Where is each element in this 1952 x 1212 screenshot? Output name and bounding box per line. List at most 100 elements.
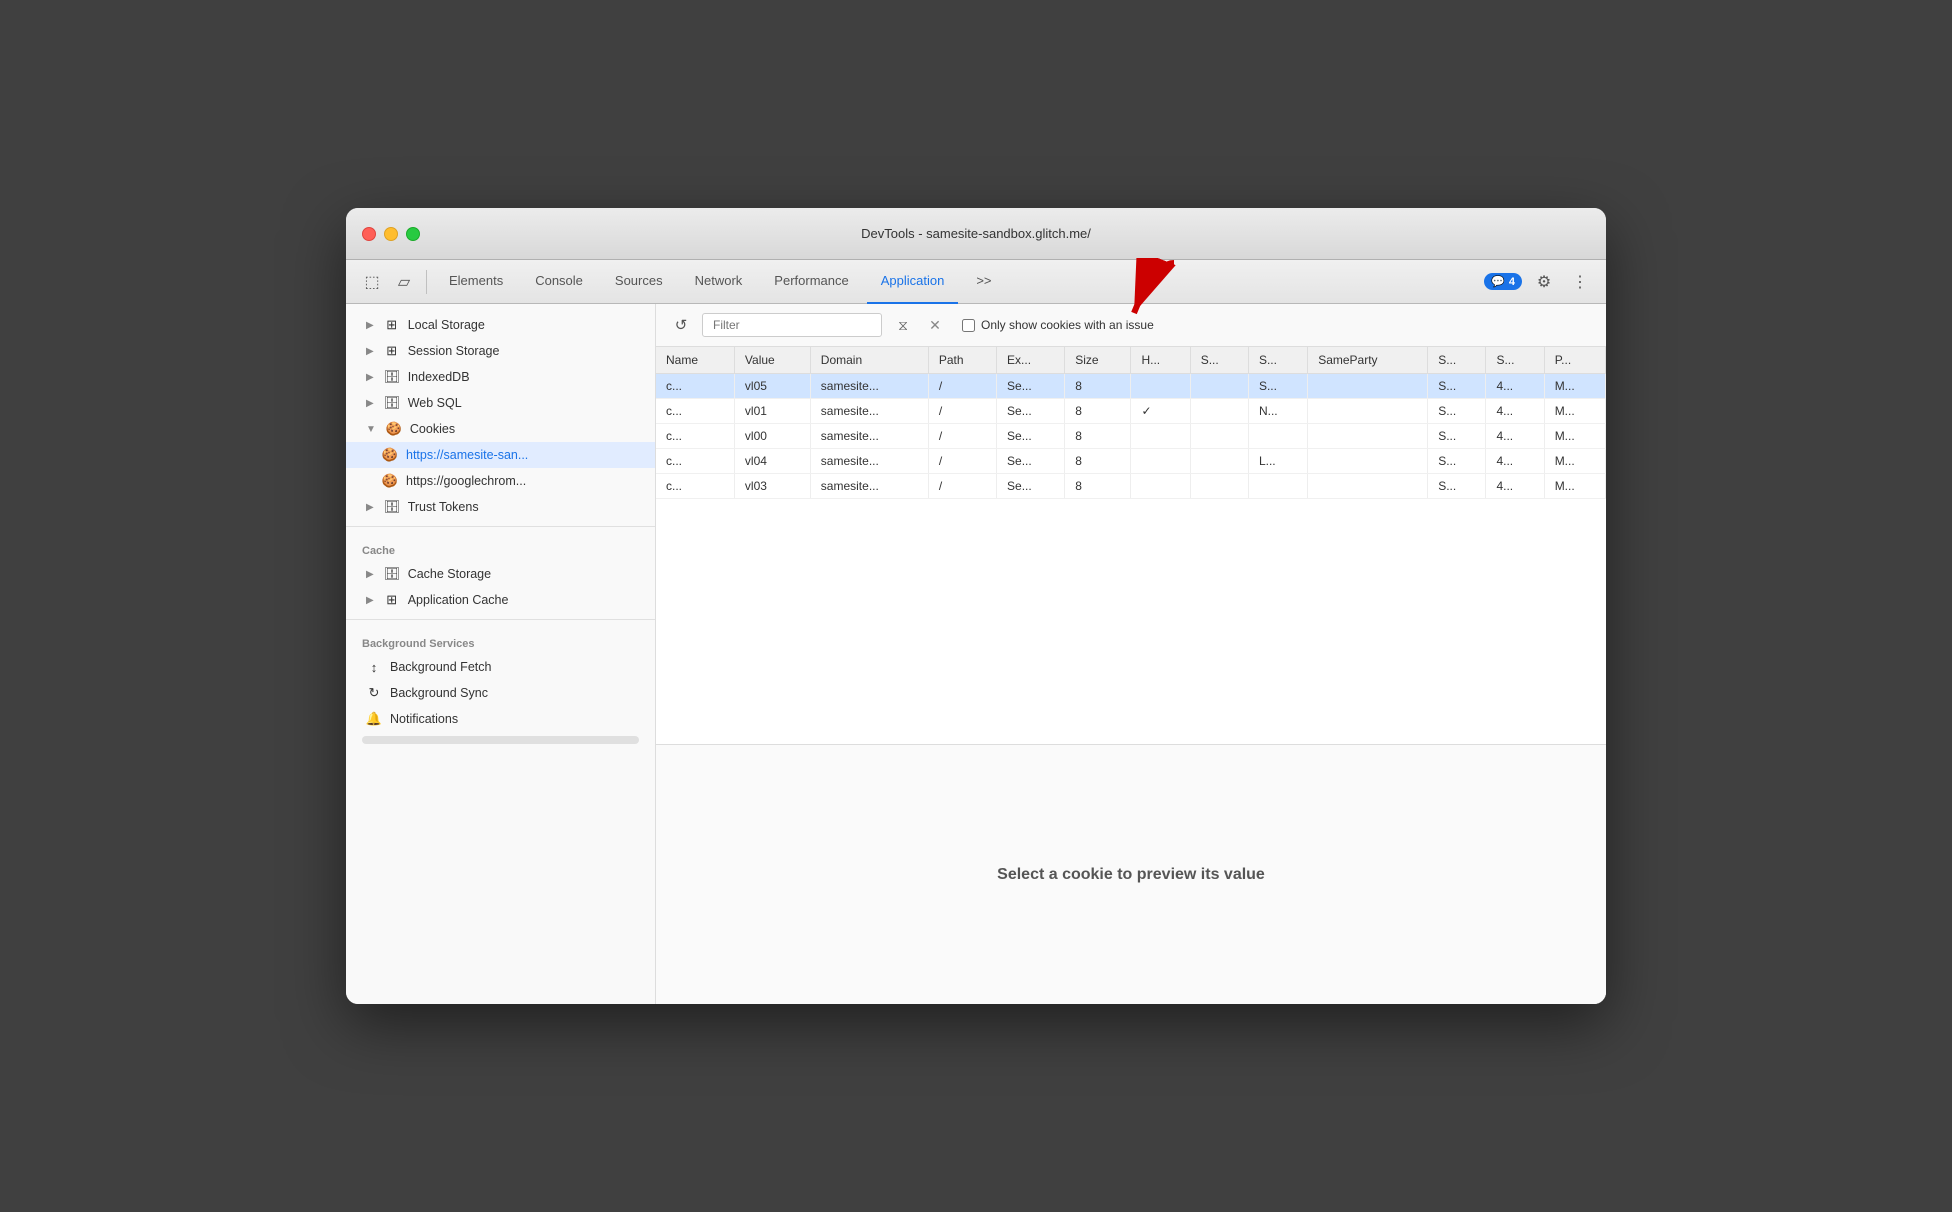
- table-cell: ✓: [1131, 399, 1190, 424]
- table-cell: 4...: [1486, 399, 1544, 424]
- sidebar: ▶ ⊞ Local Storage ▶ ⊞ Session Storage ▶ …: [346, 304, 656, 1004]
- arrows-icon: ↕: [366, 659, 382, 675]
- sidebar-item-web-sql[interactable]: ▶ 🗄 Web SQL: [346, 390, 655, 416]
- sidebar-item-notifications[interactable]: 🔔 Notifications: [346, 706, 655, 732]
- sidebar-item-indexeddb[interactable]: ▶ 🗄 IndexedDB: [346, 364, 655, 390]
- devtools-window: DevTools - samesite-sandbox.glitch.me/ ⬚…: [346, 208, 1606, 1004]
- col-s2[interactable]: S...: [1486, 347, 1544, 374]
- table-body: c...vl05samesite.../Se...8S...S...4...M.…: [656, 374, 1606, 499]
- table-cell: [1308, 374, 1428, 399]
- tab-application[interactable]: Application: [867, 260, 959, 304]
- sidebar-item-application-cache[interactable]: ▶ ⊞ Application Cache: [346, 587, 655, 613]
- cookie-table: Name Value Domain Path Ex... Size H... S…: [656, 347, 1606, 744]
- table-cell: vl03: [734, 474, 810, 499]
- grid-icon: ⊞: [384, 592, 400, 608]
- table-cell: 4...: [1486, 474, 1544, 499]
- clear-filter-button[interactable]: ✕: [924, 314, 946, 336]
- sidebar-item-cookies[interactable]: ▼ 🍪 Cookies: [346, 416, 655, 442]
- sidebar-item-cache-storage[interactable]: ▶ 🗄 Cache Storage: [346, 561, 655, 587]
- expand-arrow-icon: ▶: [366, 398, 374, 409]
- table-cell: c...: [656, 424, 734, 449]
- table-row[interactable]: c...vl04samesite.../Se...8L...S...4...M.…: [656, 449, 1606, 474]
- cookie-small-icon: 🍪: [382, 473, 398, 489]
- table-cell: 8: [1065, 474, 1131, 499]
- tab-network[interactable]: Network: [681, 260, 757, 304]
- table-cell: vl04: [734, 449, 810, 474]
- table-cell: samesite...: [810, 374, 928, 399]
- table-row[interactable]: c...vl00samesite.../Se...8S...4...M...: [656, 424, 1606, 449]
- col-path[interactable]: Path: [928, 347, 996, 374]
- sync-icon: ↻: [366, 685, 382, 701]
- table-cell: M...: [1544, 374, 1605, 399]
- expand-arrow-icon: ▶: [366, 372, 374, 383]
- table-cell: vl05: [734, 374, 810, 399]
- table-cell: /: [928, 474, 996, 499]
- table-cell: S...: [1428, 474, 1486, 499]
- col-size[interactable]: Size: [1065, 347, 1131, 374]
- table-cell: S...: [1428, 399, 1486, 424]
- more-icon[interactable]: ⋮: [1566, 268, 1594, 296]
- table-row[interactable]: c...vl03samesite.../Se...8S...4...M...: [656, 474, 1606, 499]
- tab-more[interactable]: >>: [962, 260, 1005, 304]
- filter-input[interactable]: [702, 313, 882, 337]
- cursor-icon[interactable]: ⬚: [358, 268, 386, 296]
- col-sameparty[interactable]: SameParty: [1308, 347, 1428, 374]
- table-cell: vl01: [734, 399, 810, 424]
- table-cell: L...: [1248, 449, 1307, 474]
- table-cell: M...: [1544, 449, 1605, 474]
- table-cell: Se...: [997, 474, 1065, 499]
- table-cell: /: [928, 374, 996, 399]
- sidebar-item-trust-tokens[interactable]: ▶ 🗄 Trust Tokens: [346, 494, 655, 520]
- sidebar-item-session-storage[interactable]: ▶ ⊞ Session Storage: [346, 338, 655, 364]
- col-domain[interactable]: Domain: [810, 347, 928, 374]
- sidebar-item-cookies-samesite[interactable]: 🍪 https://samesite-san...: [346, 442, 655, 468]
- minimize-button[interactable]: [384, 227, 398, 241]
- sidebar-item-background-fetch[interactable]: ↕ Background Fetch: [346, 654, 655, 680]
- table-cell: [1190, 374, 1248, 399]
- col-value[interactable]: Value: [734, 347, 810, 374]
- col-p[interactable]: P...: [1544, 347, 1605, 374]
- col-s1[interactable]: S...: [1428, 347, 1486, 374]
- table-cell: 8: [1065, 449, 1131, 474]
- sidebar-scrollbar[interactable]: [362, 736, 639, 744]
- table-cell: [1308, 474, 1428, 499]
- only-show-issues-checkbox-label[interactable]: Only show cookies with an issue: [962, 318, 1154, 332]
- database-icon: 🗄: [384, 369, 400, 385]
- col-httponly[interactable]: H...: [1131, 347, 1190, 374]
- sidebar-item-cookies-google[interactable]: 🍪 https://googlechrom...: [346, 468, 655, 494]
- refresh-button[interactable]: ↺: [668, 312, 694, 338]
- collapse-arrow-icon: ▼: [366, 424, 376, 435]
- database-icon: 🗄: [384, 499, 400, 515]
- message-badge[interactable]: 💬 4: [1484, 273, 1522, 290]
- sidebar-divider-2: [346, 619, 655, 620]
- sidebar-item-local-storage[interactable]: ▶ ⊞ Local Storage: [346, 312, 655, 338]
- only-show-issues-checkbox[interactable]: [962, 319, 975, 332]
- tab-sources[interactable]: Sources: [601, 260, 677, 304]
- table-cell: 4...: [1486, 449, 1544, 474]
- table-row[interactable]: c...vl05samesite.../Se...8S...S...4...M.…: [656, 374, 1606, 399]
- table-cell: [1131, 474, 1190, 499]
- table-cell: [1131, 449, 1190, 474]
- sidebar-item-background-sync[interactable]: ↻ Background Sync: [346, 680, 655, 706]
- table-cell: samesite...: [810, 449, 928, 474]
- tab-performance[interactable]: Performance: [760, 260, 862, 304]
- device-icon[interactable]: ▱: [390, 268, 418, 296]
- table-cell: 8: [1065, 424, 1131, 449]
- settings-icon[interactable]: ⚙: [1530, 268, 1558, 296]
- table-row[interactable]: c...vl01samesite.../Se...8✓N...S...4...M…: [656, 399, 1606, 424]
- col-secure[interactable]: S...: [1190, 347, 1248, 374]
- maximize-button[interactable]: [406, 227, 420, 241]
- database-icon: 🗄: [384, 395, 400, 411]
- close-button[interactable]: [362, 227, 376, 241]
- filter-icon[interactable]: ⧖: [890, 312, 916, 338]
- col-samesite[interactable]: S...: [1248, 347, 1307, 374]
- table-cell: c...: [656, 374, 734, 399]
- table-cell: S...: [1428, 374, 1486, 399]
- tab-console[interactable]: Console: [521, 260, 597, 304]
- preview-panel: Select a cookie to preview its value: [656, 744, 1606, 1004]
- col-expires[interactable]: Ex...: [997, 347, 1065, 374]
- table-cell: [1308, 399, 1428, 424]
- col-name[interactable]: Name: [656, 347, 734, 374]
- table-cell: N...: [1248, 399, 1307, 424]
- tab-elements[interactable]: Elements: [435, 260, 517, 304]
